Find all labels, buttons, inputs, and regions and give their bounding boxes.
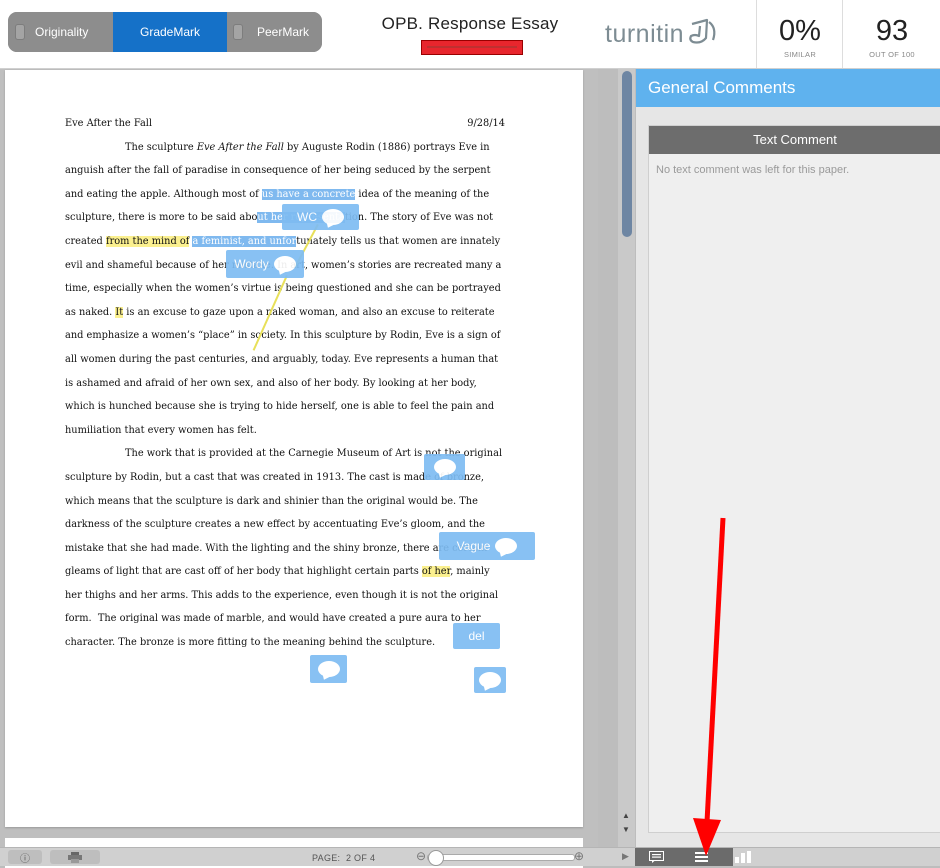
comment-bubble-icon	[322, 209, 344, 225]
quickmark-wc[interactable]: WC	[282, 204, 359, 230]
page-value: 2 OF 4	[345, 853, 376, 863]
turnitin-logo: turnitin	[605, 18, 721, 53]
layout-view-icon[interactable]	[735, 851, 751, 866]
text-comment-box: Text Comment No text comment was left fo…	[648, 125, 940, 833]
bottom-toolbar: ⓘ PAGE: 2 OF 4 ⊖ ⊕ ▶	[0, 847, 940, 866]
view-tabs: Originality GradeMark PeerMark	[8, 12, 322, 52]
empty-comment-text: No text comment was left for this paper.	[656, 164, 850, 176]
scroll-down-icon[interactable]: ▼	[621, 825, 631, 834]
expand-arrow-icon[interactable]: ▶	[622, 851, 629, 862]
comment-marker[interactable]	[474, 667, 506, 693]
comment-bubble-icon	[479, 672, 501, 688]
print-button[interactable]	[50, 850, 100, 864]
grade-label: OUT OF 100	[869, 50, 915, 59]
page-label: PAGE:	[312, 853, 341, 863]
quickmark-del[interactable]: del	[453, 623, 500, 649]
comments-view-icon[interactable]	[649, 851, 664, 866]
logo-text: turnitin	[605, 20, 685, 49]
zoom-out-icon[interactable]: ⊖	[416, 849, 426, 863]
tab-originality-label: Originality	[35, 25, 89, 39]
title-block: OPB. Response Essay	[363, 14, 577, 55]
comments-panel: General Comments Text Comment No text co…	[636, 69, 940, 847]
comment-bubble-icon	[273, 256, 296, 272]
grade-score[interactable]: 93 OUT OF 100	[842, 0, 940, 68]
comment-bubble-icon	[495, 538, 518, 554]
tab-peermark[interactable]: PeerMark	[227, 12, 322, 52]
quickmark-wordy[interactable]: Wordy	[226, 250, 304, 278]
tab-knob-icon	[15, 24, 25, 40]
tab-peermark-label: PeerMark	[257, 25, 310, 39]
tab-grademark[interactable]: GradeMark	[113, 12, 227, 52]
quickmark-wordy-label: Wordy	[234, 257, 269, 271]
logo-mark-icon	[687, 18, 721, 53]
panel-view-switcher	[635, 848, 751, 866]
scroll-up-icon[interactable]: ▲	[621, 811, 631, 820]
zoom-in-icon[interactable]: ⊕	[574, 849, 584, 863]
page-indicator: PAGE: 2 OF 4	[312, 853, 375, 863]
quickmark-vague-label: Vague	[456, 539, 491, 553]
panel-header: General Comments	[636, 69, 940, 107]
essay-text: Eve After the Fall 9/28/14 The sculpture…	[65, 112, 505, 655]
comment-marker[interactable]	[424, 454, 465, 480]
similarity-value: 0%	[779, 15, 821, 47]
quickmark-wc-label: WC	[297, 210, 317, 224]
comment-marker[interactable]	[310, 655, 347, 683]
essay-header: Eve After the Fall 9/28/14	[65, 112, 505, 136]
document-viewer[interactable]: Eve After the Fall 9/28/14 The sculpture…	[0, 69, 598, 868]
document-page: Eve After the Fall 9/28/14 The sculpture…	[5, 70, 583, 827]
quickmark-vague[interactable]: Vague	[439, 532, 535, 560]
tab-knob-icon	[233, 24, 243, 40]
top-header: Originality GradeMark PeerMark OPB. Resp…	[0, 0, 940, 69]
rubric-view-icon[interactable]	[695, 851, 708, 866]
similarity-label: SIMILAR	[783, 50, 817, 59]
zoom-slider-knob[interactable]	[428, 850, 444, 866]
similarity-score[interactable]: 0% SIMILAR	[756, 0, 843, 68]
comment-bubble-icon	[317, 661, 340, 677]
comment-bubble-icon	[433, 459, 456, 475]
tab-originality[interactable]: Originality	[8, 12, 113, 52]
document-title: OPB. Response Essay	[381, 14, 559, 33]
redacted-author	[421, 40, 523, 55]
scrollbar-thumb[interactable]	[622, 71, 632, 237]
print-icon	[68, 851, 82, 863]
essay-date: 9/28/14	[467, 118, 505, 129]
document-scrollbar[interactable]: ▲ ▼	[618, 69, 635, 847]
quickmark-del-label: del	[468, 629, 485, 643]
grade-value: 93	[875, 15, 909, 47]
essay-heading: Eve After the Fall	[65, 118, 153, 129]
tab-grademark-label: GradeMark	[139, 25, 201, 39]
text-comment-title: Text Comment	[649, 126, 940, 154]
info-button[interactable]: ⓘ	[8, 850, 42, 865]
zoom-slider[interactable]	[427, 850, 575, 866]
info-icon: ⓘ	[20, 853, 30, 865]
essay-paragraph: The sculpture Eve After the Fall by Augu…	[65, 141, 502, 436]
